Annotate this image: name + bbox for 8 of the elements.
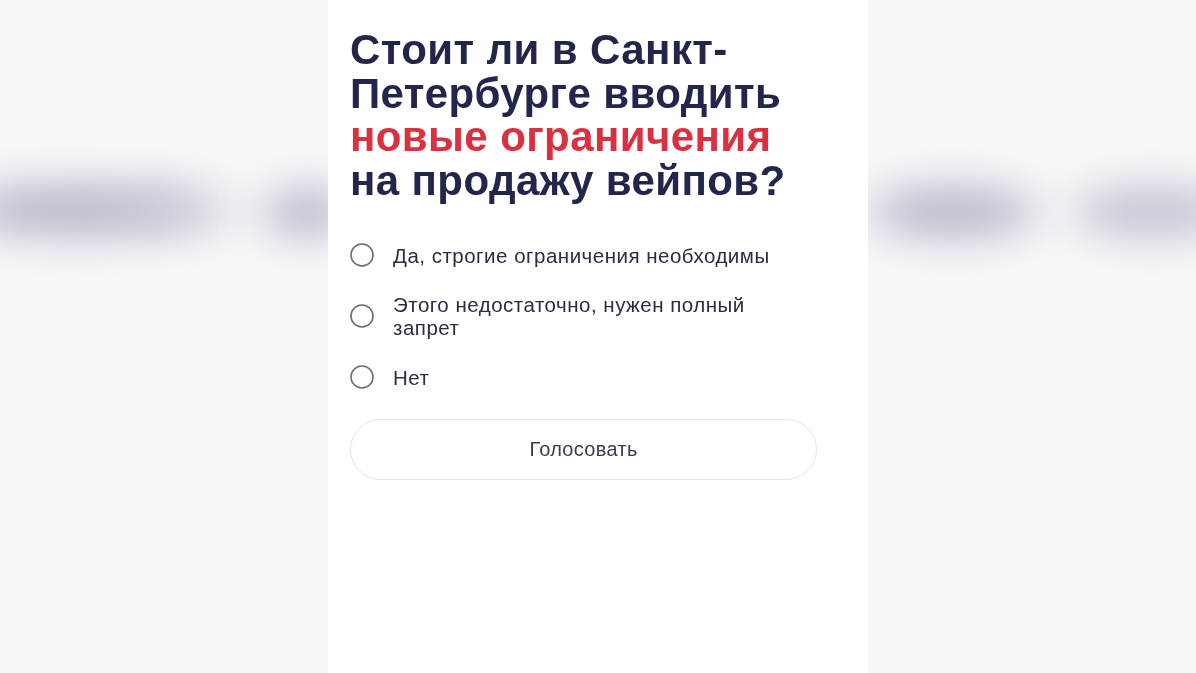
vote-button[interactable]: Голосовать	[350, 419, 817, 480]
option-label[interactable]: Да, строгие ограничения необходимы	[393, 243, 770, 267]
radio-button[interactable]	[350, 304, 374, 328]
option-label[interactable]: Нет	[393, 365, 430, 389]
radio-button[interactable]	[350, 365, 374, 389]
radio-button[interactable]	[350, 243, 374, 267]
option-label[interactable]: Этого недостаточно, нужен полный запрет	[393, 293, 798, 339]
poll-question: Стоит ли в Санкт-Петербурге вводить новые ограничения на продажу вейпов?	[350, 28, 787, 202]
